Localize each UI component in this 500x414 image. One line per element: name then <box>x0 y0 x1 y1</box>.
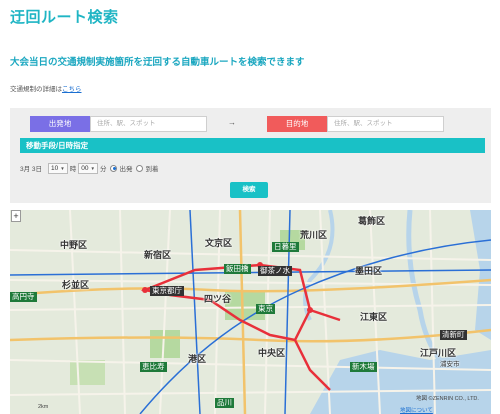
datetime-row: 3月 3日 10 ▼ 時 00 ▼ 分 出発 到着 <box>20 162 158 174</box>
station-seishincho: 清新町 <box>440 330 467 340</box>
origin-destination-row: 出発地 住所、駅、スポット → 目的地 住所、駅、スポット <box>10 116 491 133</box>
map-label-urayasu: 浦安市 <box>440 361 460 368</box>
map-label-suginami: 杉並区 <box>62 280 90 290</box>
page-title: 迂回ルート検索 <box>10 9 119 26</box>
station-iidabashi: 飯田橋 <box>224 264 251 274</box>
section-title-bar: 移動手段/日時指定 <box>20 138 485 153</box>
map-label-minato: 港区 <box>188 354 207 364</box>
origin-input[interactable]: 住所、駅、スポット <box>90 116 207 132</box>
station-tokyo: 東京 <box>256 304 275 314</box>
map-label-arakawa: 荒川区 <box>300 230 328 240</box>
map-label-nakano: 中野区 <box>60 240 88 250</box>
station-shinkiba: 新木場 <box>350 362 377 372</box>
map-label-bunkyo: 文京区 <box>205 238 233 248</box>
minute-select[interactable]: 00 ▼ <box>78 162 98 174</box>
station-koenji: 高円寺 <box>10 292 37 302</box>
hour-value: 10 <box>51 164 59 172</box>
map-label-sumida: 墨田区 <box>355 266 383 276</box>
chevron-down-icon: ▼ <box>90 165 95 171</box>
station-nippori: 日暮里 <box>272 242 299 252</box>
date-text: 3月 3日 <box>20 166 43 173</box>
departure-label: 出発 <box>119 166 133 173</box>
departure-radio[interactable] <box>110 164 118 172</box>
regulation-details-link[interactable]: こちら <box>62 86 82 93</box>
chevron-down-icon: ▼ <box>60 165 65 171</box>
map-attribution: 地図 ©ZENRIN CO., LTD. <box>416 396 479 402</box>
minute-value: 00 <box>81 164 89 172</box>
search-button[interactable]: 検索 <box>230 182 268 198</box>
search-panel: 出発地 住所、駅、スポット → 目的地 住所、駅、スポット 移動手段/日時指定 … <box>10 108 491 203</box>
station-shinagawa: 品川 <box>215 398 234 408</box>
regulation-info-text: 交通規制の詳細は <box>10 86 62 93</box>
arrival-radio[interactable] <box>136 164 144 172</box>
station-tocho: 東京都庁 <box>150 286 184 296</box>
zoom-in-button[interactable]: + <box>11 210 21 222</box>
page-subtitle: 大会当日の交通規制実施箇所を迂回する自動車ルートを検索できます <box>10 57 305 68</box>
minute-label: 分 <box>99 166 107 173</box>
map-label-shinjuku: 新宿区 <box>144 250 172 260</box>
map-scale: 2km <box>38 404 49 410</box>
regulation-info-line: 交通規制の詳細はこちら <box>10 83 82 93</box>
origin-label: 出発地 <box>30 116 90 132</box>
arrival-label: 到着 <box>145 166 159 173</box>
map-label-katsushika: 葛飾区 <box>358 216 386 226</box>
hour-select[interactable]: 10 ▼ <box>48 162 68 174</box>
route-map[interactable]: 葛飾区 中野区 文京区 荒川区 日暮里 新宿区 杉並区 東京都庁 飯田橋 四ツ谷… <box>10 210 491 414</box>
destination-label: 目的地 <box>267 116 327 132</box>
map-label-koto: 江東区 <box>360 312 388 322</box>
destination-input[interactable]: 住所、駅、スポット <box>327 116 444 132</box>
map-about-link[interactable]: 地図について <box>400 406 433 414</box>
station-ebisu: 恵比寿 <box>140 362 167 372</box>
station-ochanomizu: 御茶ノ水 <box>258 266 292 276</box>
hour-label: 時 <box>69 166 77 173</box>
map-label-yotsuya: 四ツ谷 <box>204 294 232 304</box>
map-label-chuo: 中央区 <box>258 348 286 358</box>
arrow-icon: → <box>228 118 236 127</box>
